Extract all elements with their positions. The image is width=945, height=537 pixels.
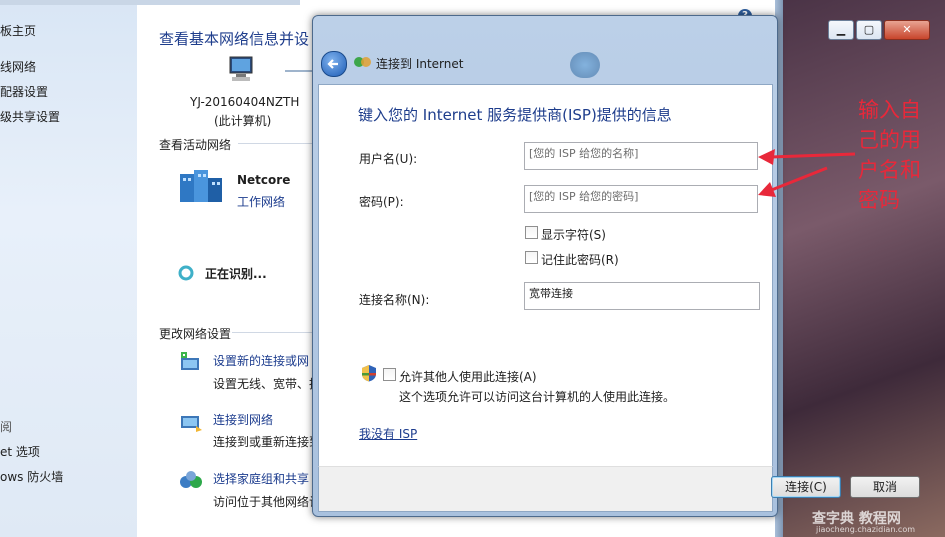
divider: [238, 143, 312, 144]
minimize-button[interactable]: ▁: [828, 20, 854, 40]
show-chars-label: 显示字符(S): [541, 228, 606, 242]
see-also-title: 阅: [0, 420, 13, 434]
uac-shield-icon: [361, 364, 377, 382]
task-link-new-connection[interactable]: 设置新的连接或网: [213, 352, 309, 369]
sidebar-item-firewall[interactable]: ows 防火墙: [0, 468, 63, 485]
sidebar-item-adapter[interactable]: 配器设置: [0, 83, 48, 100]
annotation-line: 密码: [858, 188, 900, 212]
task-desc-connect-network: 连接到或重新连接到: [213, 435, 322, 449]
minimize-icon: ▁: [836, 23, 846, 36]
task-link-homegroup[interactable]: 选择家庭组和共享: [213, 470, 309, 487]
connect-button[interactable]: 连接(C): [771, 476, 841, 498]
task-link-connect-network[interactable]: 连接到网络: [213, 411, 273, 428]
maximize-button[interactable]: ▢: [856, 20, 882, 40]
remember-password-label: 记住此密码(R): [541, 253, 619, 267]
connection-icon: [354, 55, 372, 69]
allow-others-description: 这个选项允许可以访问这台计算机的人使用此连接。: [399, 390, 676, 404]
back-arrow-icon: [327, 59, 338, 69]
allow-others-label: 允许其他人使用此连接(A): [399, 370, 537, 384]
identifying-status: 正在识别...: [205, 267, 267, 281]
maximize-icon: ▢: [863, 23, 875, 36]
work-network-icon: [178, 166, 226, 206]
password-label: 密码(P):: [359, 195, 404, 209]
dialog-title: 连接到 Internet: [376, 57, 464, 71]
computer-name: YJ-20160404NZTH: [190, 95, 300, 109]
page-title: 查看基本网络信息并设: [159, 30, 310, 48]
annotation-line: 户名和: [858, 158, 921, 182]
desktop-background: [775, 0, 945, 537]
connection-name-label: 连接名称(N):: [359, 293, 430, 307]
connect-network-icon: [178, 410, 204, 432]
change-settings-header: 更改网络设置: [159, 327, 232, 341]
homegroup-icon: [178, 470, 204, 492]
annotation-line: 己的用: [858, 128, 921, 152]
annotation-arrows: [758, 149, 856, 197]
sidebar-item-sharing[interactable]: 级共享设置: [0, 108, 60, 125]
sidebar-item-internet-options[interactable]: et 选项: [0, 443, 40, 460]
connection-name-field[interactable]: 宽带连接: [524, 282, 760, 310]
network-map-line: [285, 70, 315, 72]
cancel-button[interactable]: 取消: [850, 476, 920, 498]
no-isp-link[interactable]: 我没有 ISP: [359, 425, 417, 442]
annotation-line: 输入自: [858, 98, 921, 122]
show-chars-checkbox[interactable]: [525, 226, 538, 239]
background-toolbar-strip: [0, 0, 300, 5]
computer-sub: (此计算机): [214, 114, 272, 128]
sidebar-item-wireless[interactable]: 线网络: [0, 58, 36, 75]
blurred-globe-icon: [570, 52, 600, 78]
username-field[interactable]: [您的 ISP 给您的名称]: [524, 142, 758, 170]
divider: [232, 332, 312, 333]
task-desc-homegroup: 访问位于其他网络计: [213, 495, 322, 509]
annotation-text: 输入自 己的用 户名和 密码: [858, 95, 921, 215]
network-name: Netcore: [237, 173, 291, 187]
new-connection-icon: [178, 350, 204, 372]
allow-others-checkbox[interactable]: [383, 368, 396, 381]
task-desc-new-connection: 设置无线、宽带、拨: [213, 377, 322, 391]
password-field[interactable]: [您的 ISP 给您的密码]: [524, 185, 758, 213]
network-type-link[interactable]: 工作网络: [237, 193, 285, 210]
back-button[interactable]: [321, 51, 347, 77]
busy-spinner-icon: [178, 265, 194, 281]
close-icon: ✕: [902, 23, 912, 36]
computer-icon: [226, 55, 256, 83]
active-networks-header: 查看活动网络: [159, 138, 232, 152]
sidebar-home-link[interactable]: 板主页: [0, 22, 36, 39]
username-label: 用户名(U):: [359, 152, 418, 166]
close-button[interactable]: ✕: [884, 20, 930, 40]
remember-password-checkbox[interactable]: [525, 251, 538, 264]
dialog-footer: [318, 466, 773, 512]
watermark-url: jiaocheng.chazidian.com: [816, 525, 916, 534]
dialog-heading: 键入您的 Internet 服务提供商(ISP)提供的信息: [358, 106, 672, 124]
